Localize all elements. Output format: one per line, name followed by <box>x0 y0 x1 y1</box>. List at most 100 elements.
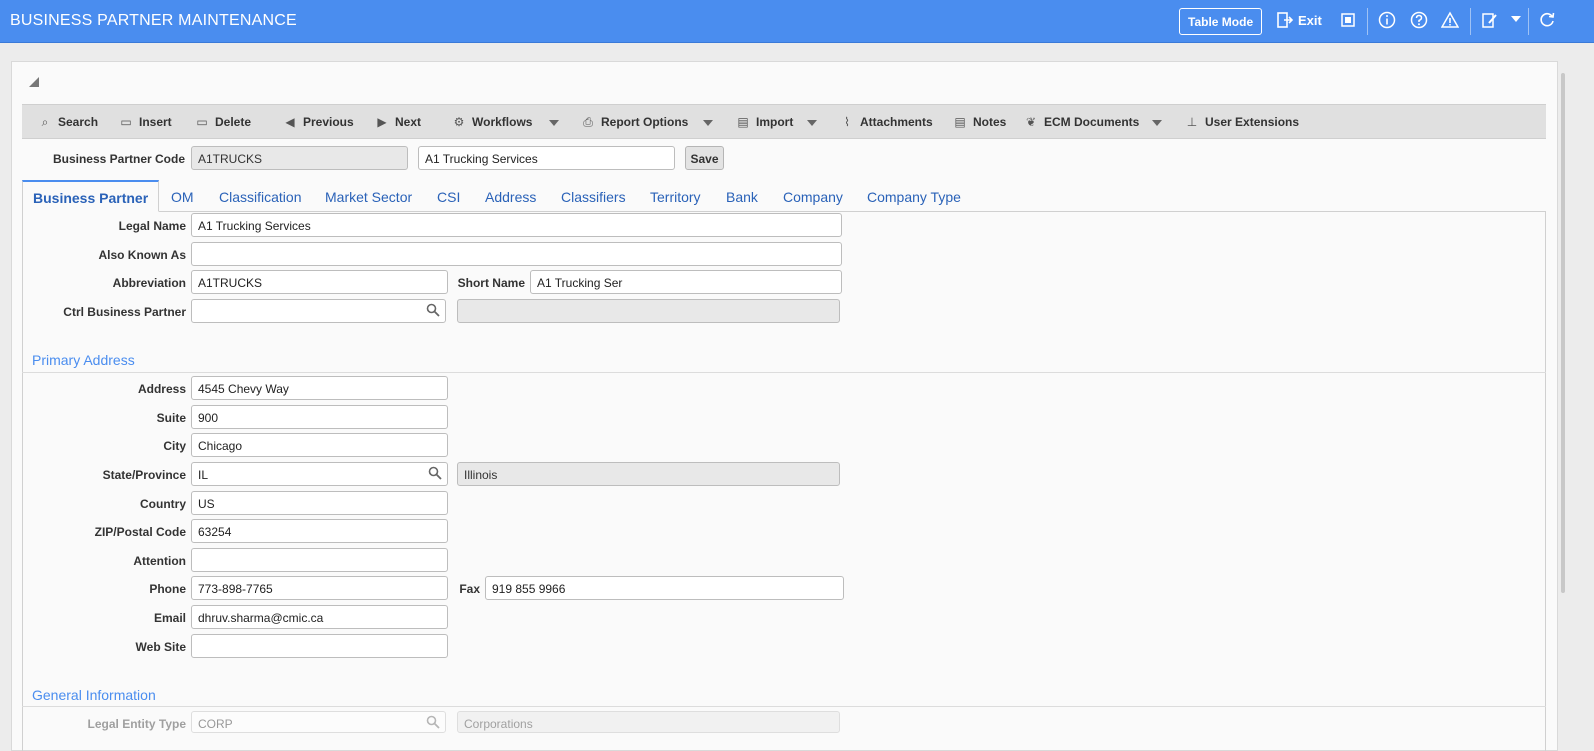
general-information-heading: General Information <box>32 687 156 703</box>
attention-label: Attention <box>133 554 186 568</box>
user-extensions-button[interactable]: ⊥ User Extensions <box>1184 115 1299 129</box>
legal-entity-type-label: Legal Entity Type <box>87 717 186 731</box>
search-icon[interactable] <box>426 715 440 729</box>
tab-csi[interactable]: CSI <box>437 189 460 205</box>
attachments-label: Attachments <box>860 115 933 129</box>
country-field[interactable]: US <box>191 491 448 515</box>
search-icon: ⌕ <box>41 115 49 129</box>
hierarchy-icon: ⊥ <box>1186 115 1198 129</box>
insert-button[interactable]: ▭ Insert <box>118 115 172 129</box>
info-icon[interactable] <box>1377 11 1397 31</box>
country-label: Country <box>140 497 186 511</box>
bp-name-field[interactable]: A1 Trucking Services <box>418 146 675 170</box>
collapse-toggle-icon[interactable] <box>29 77 39 87</box>
attachments-button[interactable]: ⌇ Attachments <box>839 115 933 129</box>
tab-market-sector[interactable]: Market Sector <box>325 189 412 205</box>
tab-bank[interactable]: Bank <box>726 189 758 205</box>
search-label: Search <box>58 115 99 129</box>
exit-icon[interactable] <box>1275 11 1295 31</box>
exit-button[interactable]: Exit <box>1298 13 1322 28</box>
search-icon[interactable] <box>428 466 442 480</box>
insert-label: Insert <box>139 115 172 129</box>
ecm-documents-dropdown-icon[interactable] <box>1152 120 1162 126</box>
city-label: City <box>163 439 186 453</box>
also-known-as-label: Also Known As <box>98 248 186 262</box>
notes-label: Notes <box>973 115 1007 129</box>
delete-button[interactable]: ▭ Delete <box>194 115 251 129</box>
toolbar-divider <box>1470 8 1471 35</box>
tab-company[interactable]: Company <box>783 189 843 205</box>
report-options-button[interactable]: ⎙ Report Options <box>580 115 688 130</box>
zip-postal-code-label: ZIP/Postal Code <box>94 525 186 539</box>
print-icon[interactable] <box>1338 11 1358 31</box>
insert-icon: ▭ <box>120 115 132 129</box>
help-icon[interactable] <box>1409 11 1429 31</box>
save-button[interactable]: Save <box>685 146 724 170</box>
attention-field[interactable] <box>191 548 448 572</box>
zip-postal-code-field[interactable]: 63254 <box>191 519 448 543</box>
legal-entity-type-description: Corporations <box>457 711 840 733</box>
next-button[interactable]: ▶ Next <box>374 115 421 129</box>
email-field[interactable]: dhruv.sharma@cmic.ca <box>191 605 448 629</box>
vertical-scrollbar[interactable] <box>1561 73 1565 593</box>
workflows-dropdown-icon[interactable] <box>549 120 559 126</box>
email-label: Email <box>153 611 186 625</box>
import-dropdown-icon[interactable] <box>807 120 817 126</box>
action-toolbar: ⌕ Search ▭ Insert ▭ Delete ◀ Previous ▶ Next … <box>22 104 1546 139</box>
section-divider <box>22 372 1546 373</box>
tab-classification[interactable]: Classification <box>219 189 301 205</box>
web-site-label: Web Site <box>135 640 186 654</box>
search-button[interactable]: ⌕ Search <box>37 115 98 130</box>
web-site-field[interactable] <box>191 634 448 658</box>
tab-bar: Business Partner OM Classification Marke… <box>22 180 1546 212</box>
ctrl-business-partner-label: Ctrl Business Partner <box>63 305 186 319</box>
legal-entity-type-value: CORP <box>198 717 233 731</box>
bp-code-field[interactable]: A1TRUCKS <box>191 146 408 170</box>
also-known-as-field[interactable] <box>191 242 842 266</box>
abbreviation-field[interactable]: A1TRUCKS <box>191 270 448 294</box>
delete-icon: ▭ <box>196 115 208 129</box>
ecm-documents-button[interactable]: ❦ ECM Documents <box>1023 115 1139 129</box>
address-field[interactable]: 4545 Chevy Way <box>191 376 448 400</box>
section-divider <box>22 706 1546 707</box>
fax-field[interactable]: 919 855 9966 <box>485 576 844 600</box>
ctrl-business-partner-description <box>457 299 840 323</box>
report-options-label: Report Options <box>601 115 689 129</box>
printer-icon: ⎙ <box>583 115 593 129</box>
delete-label: Delete <box>215 115 252 129</box>
import-label: Import <box>756 115 794 129</box>
legal-entity-type-field[interactable]: CORP <box>191 711 446 733</box>
import-button[interactable]: ▤ Import <box>735 115 793 129</box>
edit-page-icon[interactable] <box>1480 11 1500 31</box>
report-options-dropdown-icon[interactable] <box>703 120 713 126</box>
table-mode-button[interactable]: Table Mode <box>1179 8 1263 35</box>
state-province-field[interactable]: IL <box>191 462 448 486</box>
paperclip-icon: ⌇ <box>844 115 850 129</box>
notes-button[interactable]: ▤ Notes <box>952 115 1006 129</box>
search-icon[interactable] <box>426 303 440 317</box>
previous-button[interactable]: ◀ Previous <box>282 115 353 129</box>
short-name-label: Short Name <box>457 276 525 290</box>
ctrl-business-partner-field[interactable] <box>191 299 446 323</box>
workflows-button[interactable]: ⚙ Workflows <box>451 115 533 129</box>
suite-field[interactable]: 900 <box>191 405 448 429</box>
legal-name-field[interactable]: A1 Trucking Services <box>191 213 842 237</box>
phone-field[interactable]: 773-898-7765 <box>191 576 448 600</box>
city-field[interactable]: Chicago <box>191 433 448 457</box>
tab-classifiers[interactable]: Classifiers <box>561 189 626 205</box>
tab-address[interactable]: Address <box>485 189 536 205</box>
fax-label: Fax <box>459 582 480 596</box>
refresh-icon[interactable] <box>1537 11 1557 31</box>
tab-territory[interactable]: Territory <box>650 189 701 205</box>
ecm-documents-label: ECM Documents <box>1044 115 1140 129</box>
workflows-label: Workflows <box>472 115 533 129</box>
chevron-down-icon[interactable] <box>1506 11 1526 31</box>
arrow-right-icon: ▶ <box>377 115 387 129</box>
warning-icon[interactable] <box>1440 11 1460 31</box>
tab-company-type[interactable]: Company Type <box>867 189 961 205</box>
short-name-field[interactable]: A1 Trucking Ser <box>530 270 842 294</box>
user-extensions-label: User Extensions <box>1205 115 1300 129</box>
phone-label: Phone <box>149 582 186 596</box>
tab-om[interactable]: OM <box>171 189 194 205</box>
tab-business-partner[interactable]: Business Partner <box>22 180 160 212</box>
